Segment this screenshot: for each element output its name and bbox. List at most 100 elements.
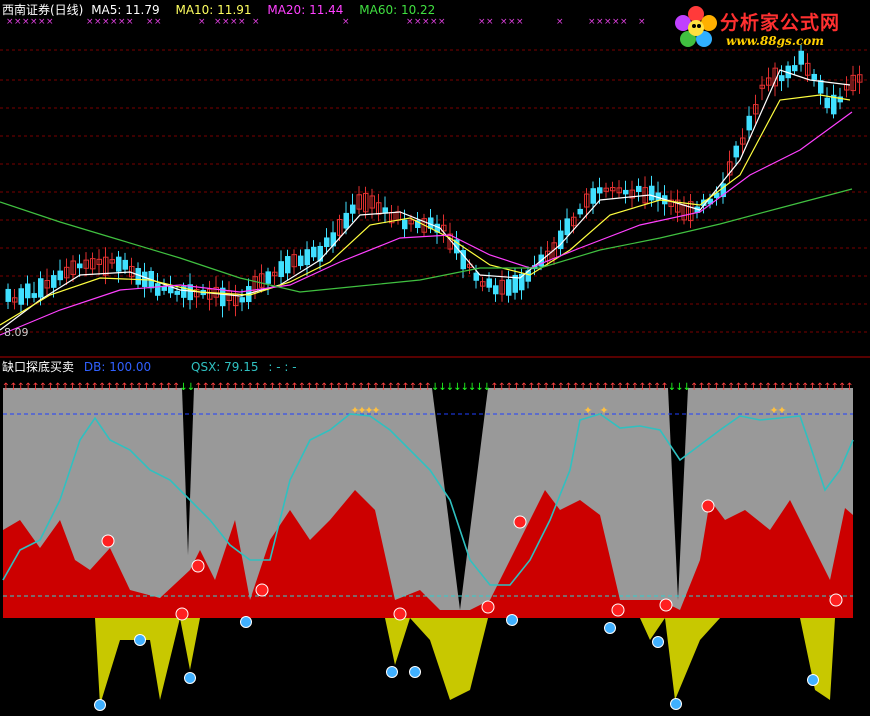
candle-body — [324, 237, 330, 247]
cross-marker-icon: × — [500, 17, 508, 27]
ma20-readout: MA20: 11.44 — [267, 3, 349, 17]
candle-body — [25, 283, 31, 299]
stock-title: 西南证券(日线) — [2, 3, 84, 17]
candle-body — [590, 188, 596, 204]
cross-marker-icon: × — [146, 17, 154, 27]
runner-icon: ✦ — [371, 404, 380, 417]
ma10-line — [0, 94, 851, 326]
candle-body — [161, 286, 167, 291]
cross-marker-icon: × — [516, 17, 524, 27]
cross-marker-icon: × — [110, 17, 118, 27]
indicator-header: 缺口探底买卖 DB: 100.00 QSX: 79.15 : - : - — [2, 360, 309, 374]
blue-ball-icon — [184, 672, 196, 684]
red-ball-icon — [175, 607, 189, 621]
candle-body — [116, 256, 122, 272]
candle-body — [278, 261, 284, 278]
db-value: 100.00 — [109, 360, 152, 374]
qsx-readout: QSX: 79.15 : - : - — [191, 360, 303, 374]
red-ball-icon — [255, 583, 269, 597]
chart-canvas[interactable]: × × × × × × × × × × × × × × × × × × × × × × × × × × × × × × × × × × × × × × ↑… — [0, 0, 870, 716]
candle-body — [402, 219, 408, 230]
cross-marker-icon: × — [478, 17, 486, 27]
cross-marker-icon: × — [508, 17, 516, 27]
candle-body — [298, 255, 304, 267]
ma60-readout: MA60: 10.22 — [359, 3, 441, 17]
ma5-value: 11.79 — [125, 3, 160, 17]
candle-body — [311, 246, 317, 258]
candle-body — [265, 271, 271, 284]
yellow-area — [95, 618, 835, 705]
cross-marker-icon: × — [94, 17, 102, 27]
candle-body — [220, 287, 226, 307]
blue-ball-icon — [134, 634, 146, 646]
candle-body — [382, 207, 388, 214]
cross-marker-icon: × — [612, 17, 620, 27]
ma20-value: 11.44 — [309, 3, 344, 17]
cross-marker-icon: × — [14, 17, 22, 27]
candle-body — [636, 185, 642, 192]
ma10-value: 11.91 — [217, 3, 252, 17]
cross-marker-icon: × — [22, 17, 30, 27]
candle-body — [798, 50, 804, 65]
moving-average-lines — [0, 69, 853, 336]
red-ball-icon — [659, 598, 673, 612]
candle-body — [577, 208, 583, 215]
runner-icon: ✦ — [583, 404, 592, 417]
cross-marker-icon: × — [238, 17, 246, 27]
candle-body — [623, 189, 629, 195]
cross-marker-icon: × — [118, 17, 126, 27]
grid-lines — [0, 49, 870, 358]
ma5-label: MA5: — [91, 3, 122, 17]
cross-marker-icon: × — [214, 17, 222, 27]
red-ball-icon — [611, 603, 625, 617]
candle-body — [5, 288, 11, 302]
candlesticks[interactable] — [5, 44, 863, 318]
ma5-readout: MA5: 11.79 — [91, 3, 165, 17]
candle-body — [31, 293, 37, 298]
qsx-extra: : - : - — [268, 360, 297, 374]
candle-body — [473, 272, 479, 281]
main-chart-header: 西南证券(日线) MA5: 11.79 MA10: 11.91 MA20: 11… — [2, 3, 447, 17]
runner-icon: ✦ — [777, 404, 786, 417]
cross-marker-icon: × — [596, 17, 604, 27]
indicator-panel[interactable]: ↑ ↑ ↑ ↑ ↑ ↑ ↑ ↑ ↑ ↑ ↑ ↑ ↑ ↑ ↑ ↑ ↑ ↑ ↑ ↑ ↑ ↑ ↑ ↑ ↓ ↓ ↑ ↑ ↑ ↑ ↑ ↑ ↑ ↑ ↑ ↑ ↑ ↑ ↑ ↑… — [2, 382, 854, 711]
ma10-readout: MA10: 11.91 — [175, 3, 257, 17]
ma10-label: MA10: — [175, 3, 214, 17]
ma20-label: MA20: — [267, 3, 306, 17]
candle-body — [174, 290, 180, 295]
candle-body — [57, 270, 63, 281]
cross-marker-icon: × — [154, 17, 162, 27]
candle-body — [18, 288, 24, 305]
blue-ball-icon — [386, 666, 398, 678]
ma60-line — [0, 188, 853, 293]
cross-marker-icon: × — [556, 17, 564, 27]
candle-body — [486, 278, 492, 288]
db-label: DB: — [83, 360, 106, 374]
cross-marker-icon: × — [588, 17, 596, 27]
indicator-title: 缺口探底买卖 — [2, 360, 75, 374]
cross-marker-icon: × — [126, 17, 134, 27]
cross-marker-icon: × — [46, 17, 54, 27]
cross-marker-icon: × — [406, 17, 414, 27]
candle-body — [304, 249, 310, 266]
candle-body — [122, 259, 128, 270]
cross-marker-icon: × — [252, 17, 260, 27]
cross-marker-icon: × — [414, 17, 422, 27]
cross-marker-icon: × — [198, 17, 206, 27]
ma60-label: MA60: — [359, 3, 398, 17]
cross-marker-icon: × — [38, 17, 46, 27]
site-url: www.88gs.com — [726, 34, 824, 48]
site-name: 分析家公式网 — [720, 12, 841, 34]
candle-body — [38, 278, 44, 298]
candle-body — [77, 263, 83, 269]
qsx-value: 79.15 — [224, 360, 259, 374]
candle-body — [597, 187, 603, 194]
blue-ball-icon — [652, 636, 664, 648]
red-ball-icon — [701, 499, 715, 513]
cross-marker-icon: × — [86, 17, 94, 27]
candle-body — [818, 80, 824, 94]
candle-body — [506, 279, 512, 296]
candle-body — [733, 145, 739, 158]
db-readout: DB: 100.00 — [84, 360, 157, 374]
cross-marker-icon: × — [438, 17, 446, 27]
